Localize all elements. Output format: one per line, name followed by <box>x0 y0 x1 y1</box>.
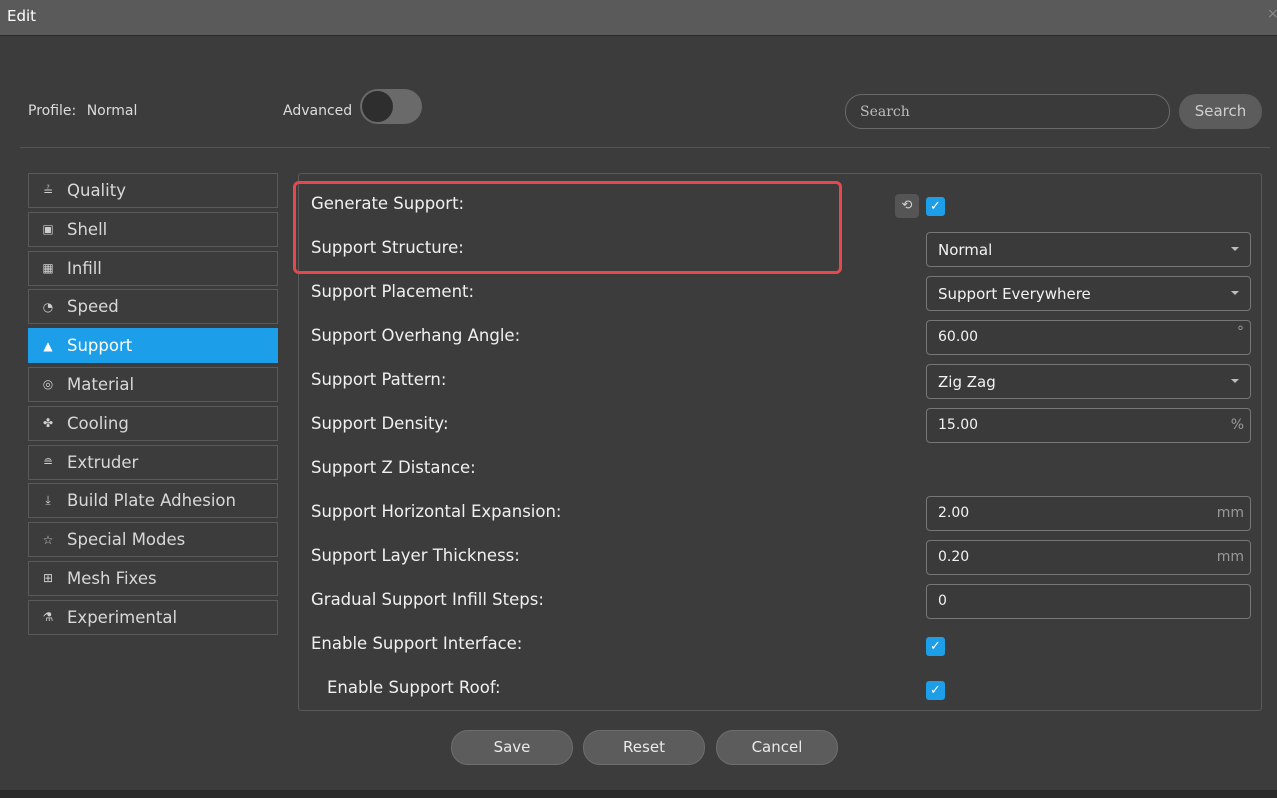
search-input[interactable] <box>845 94 1170 129</box>
support-pattern-value: Zig Zag <box>938 373 996 391</box>
layer-thickness-unit: mm <box>1216 549 1244 565</box>
layer-thickness-label: Support Layer Thickness: <box>311 546 520 565</box>
profile-label: Profile: <box>28 103 77 119</box>
speed-icon: ◔ <box>42 299 54 314</box>
support-pattern-select[interactable]: Zig Zag <box>926 364 1251 399</box>
sidebar-item-infill[interactable]: ▦ Infill <box>28 250 278 286</box>
sidebar-item-speed[interactable]: ◔ Speed <box>28 289 278 325</box>
infill-icon: ▦ <box>42 261 54 276</box>
cancel-button[interactable]: Cancel <box>716 730 838 765</box>
support-structure-select[interactable]: Normal <box>926 232 1251 267</box>
sidebar-item-label: Material <box>67 374 135 394</box>
sidebar-item-label: Quality <box>67 181 126 200</box>
overhang-angle-label: Support Overhang Angle: <box>311 326 521 345</box>
support-pattern-label: Support Pattern: <box>311 370 447 389</box>
sidebar-item-experimental[interactable]: ⚗ Experimental <box>28 599 278 635</box>
sidebar-item-label: Extruder <box>67 452 139 472</box>
overhang-angle-unit: ° <box>1237 324 1244 340</box>
enable-support-roof-label: Enable Support Roof: <box>327 678 501 697</box>
extruder-icon: ≘ <box>42 455 54 470</box>
sidebar-item-quality[interactable]: ≟ Quality <box>28 173 278 208</box>
support-placement-value: Support Everywhere <box>938 285 1091 303</box>
material-icon: ◎ <box>42 377 54 392</box>
generate-support-checkbox[interactable]: ✓ <box>926 197 945 216</box>
horizontal-expansion-label: Support Horizontal Expansion: <box>311 502 562 521</box>
advanced-toggle[interactable] <box>360 89 422 124</box>
support-density-label: Support Density: <box>311 414 449 433</box>
profile-toolbar: Profile: Normal Advanced Search <box>0 86 1277 136</box>
support-density-unit: % <box>1230 417 1244 433</box>
support-structure-label: Support Structure: <box>311 238 464 257</box>
enable-support-interface-label: Enable Support Interface: <box>311 634 523 653</box>
fan-icon: ✤ <box>42 416 54 431</box>
support-density-value: 15.00 <box>938 417 979 433</box>
sidebar-item-label: Build Plate Adhesion <box>67 491 236 511</box>
overhang-angle-value: 60.00 <box>938 329 979 345</box>
close-icon[interactable]: × <box>1267 6 1277 22</box>
reset-button[interactable]: Reset <box>583 730 705 765</box>
layer-thickness-value: 0.20 <box>938 549 970 565</box>
sidebar-item-extruder[interactable]: ≘ Extruder <box>28 444 278 480</box>
chevron-down-icon <box>1231 247 1239 251</box>
save-button[interactable]: Save <box>451 730 573 765</box>
horizontal-expansion-value: 2.00 <box>938 505 970 521</box>
sidebar-item-build-plate-adhesion[interactable]: ⤓ Build Plate Adhesion <box>28 483 278 519</box>
sidebar-item-label: Experimental <box>67 607 178 627</box>
sidebar-item-label: Special Modes <box>67 530 186 550</box>
advanced-label: Advanced <box>283 103 353 119</box>
profile-value: Normal <box>86 103 138 119</box>
sidebar-item-label: Cooling <box>67 413 129 433</box>
sidebar-item-label: Infill <box>67 258 102 278</box>
support-placement-label: Support Placement: <box>311 282 475 301</box>
header-divider <box>20 147 1270 148</box>
sidebar-item-cooling[interactable]: ✤ Cooling <box>28 405 278 441</box>
title-bar: Edit × <box>0 0 1277 36</box>
adhesion-icon: ⤓ <box>45 493 51 508</box>
enable-support-roof-checkbox[interactable]: ✓ <box>926 681 945 700</box>
sidebar-item-label: Support <box>67 336 133 356</box>
sidebar-item-label: Speed <box>67 297 119 317</box>
category-sidebar: ≟ Quality ▣ Shell ▦ Infill ◔ Speed ▲ Support … <box>28 173 278 639</box>
gradual-infill-steps-field[interactable]: 0 <box>926 584 1251 619</box>
window-bottom-edge <box>0 790 1277 798</box>
horizontal-expansion-field[interactable]: 2.00 mm <box>926 496 1251 531</box>
window-title: Edit <box>7 7 37 25</box>
sidebar-item-material[interactable]: ◎ Material <box>28 366 278 402</box>
quality-icon: ≟ <box>42 183 54 198</box>
star-icon: ☆ <box>42 532 54 547</box>
overhang-angle-field[interactable]: 60.00 ° <box>926 320 1251 355</box>
shell-icon: ▣ <box>42 222 54 237</box>
sidebar-item-label: Shell <box>67 219 108 239</box>
profile-display: Profile: Normal <box>28 103 143 119</box>
enable-support-interface-checkbox[interactable]: ✓ <box>926 637 945 656</box>
sidebar-item-mesh-fixes[interactable]: ⊞ Mesh Fixes <box>28 560 278 596</box>
support-placement-select[interactable]: Support Everywhere <box>926 276 1251 311</box>
flask-icon: ⚗ <box>42 610 54 625</box>
chevron-down-icon <box>1231 379 1239 383</box>
gradual-infill-steps-value: 0 <box>938 593 947 609</box>
sidebar-item-shell[interactable]: ▣ Shell <box>28 211 278 247</box>
generate-support-label: Generate Support: <box>311 194 465 213</box>
support-density-field[interactable]: 15.00 % <box>926 408 1251 443</box>
sidebar-item-label: Mesh Fixes <box>67 568 157 588</box>
sidebar-item-special-modes[interactable]: ☆ Special Modes <box>28 522 278 558</box>
sidebar-item-support[interactable]: ▲ Support <box>28 328 278 364</box>
layer-thickness-field[interactable]: 0.20 mm <box>926 540 1251 575</box>
support-icon: ▲ <box>43 338 53 353</box>
horizontal-expansion-unit: mm <box>1216 505 1244 521</box>
gradual-infill-steps-label: Gradual Support Infill Steps: <box>311 590 544 609</box>
chevron-down-icon <box>1231 291 1239 295</box>
support-settings-panel: Generate Support: ⟲ ✓ Support Structure:… <box>298 173 1262 711</box>
toggle-knob <box>362 91 393 122</box>
support-z-distance-label: Support Z Distance: <box>311 458 476 477</box>
reset-icon[interactable]: ⟲ <box>895 194 919 218</box>
search-button[interactable]: Search <box>1179 94 1262 129</box>
mesh-fix-icon: ⊞ <box>42 571 54 586</box>
support-structure-value: Normal <box>938 241 993 259</box>
